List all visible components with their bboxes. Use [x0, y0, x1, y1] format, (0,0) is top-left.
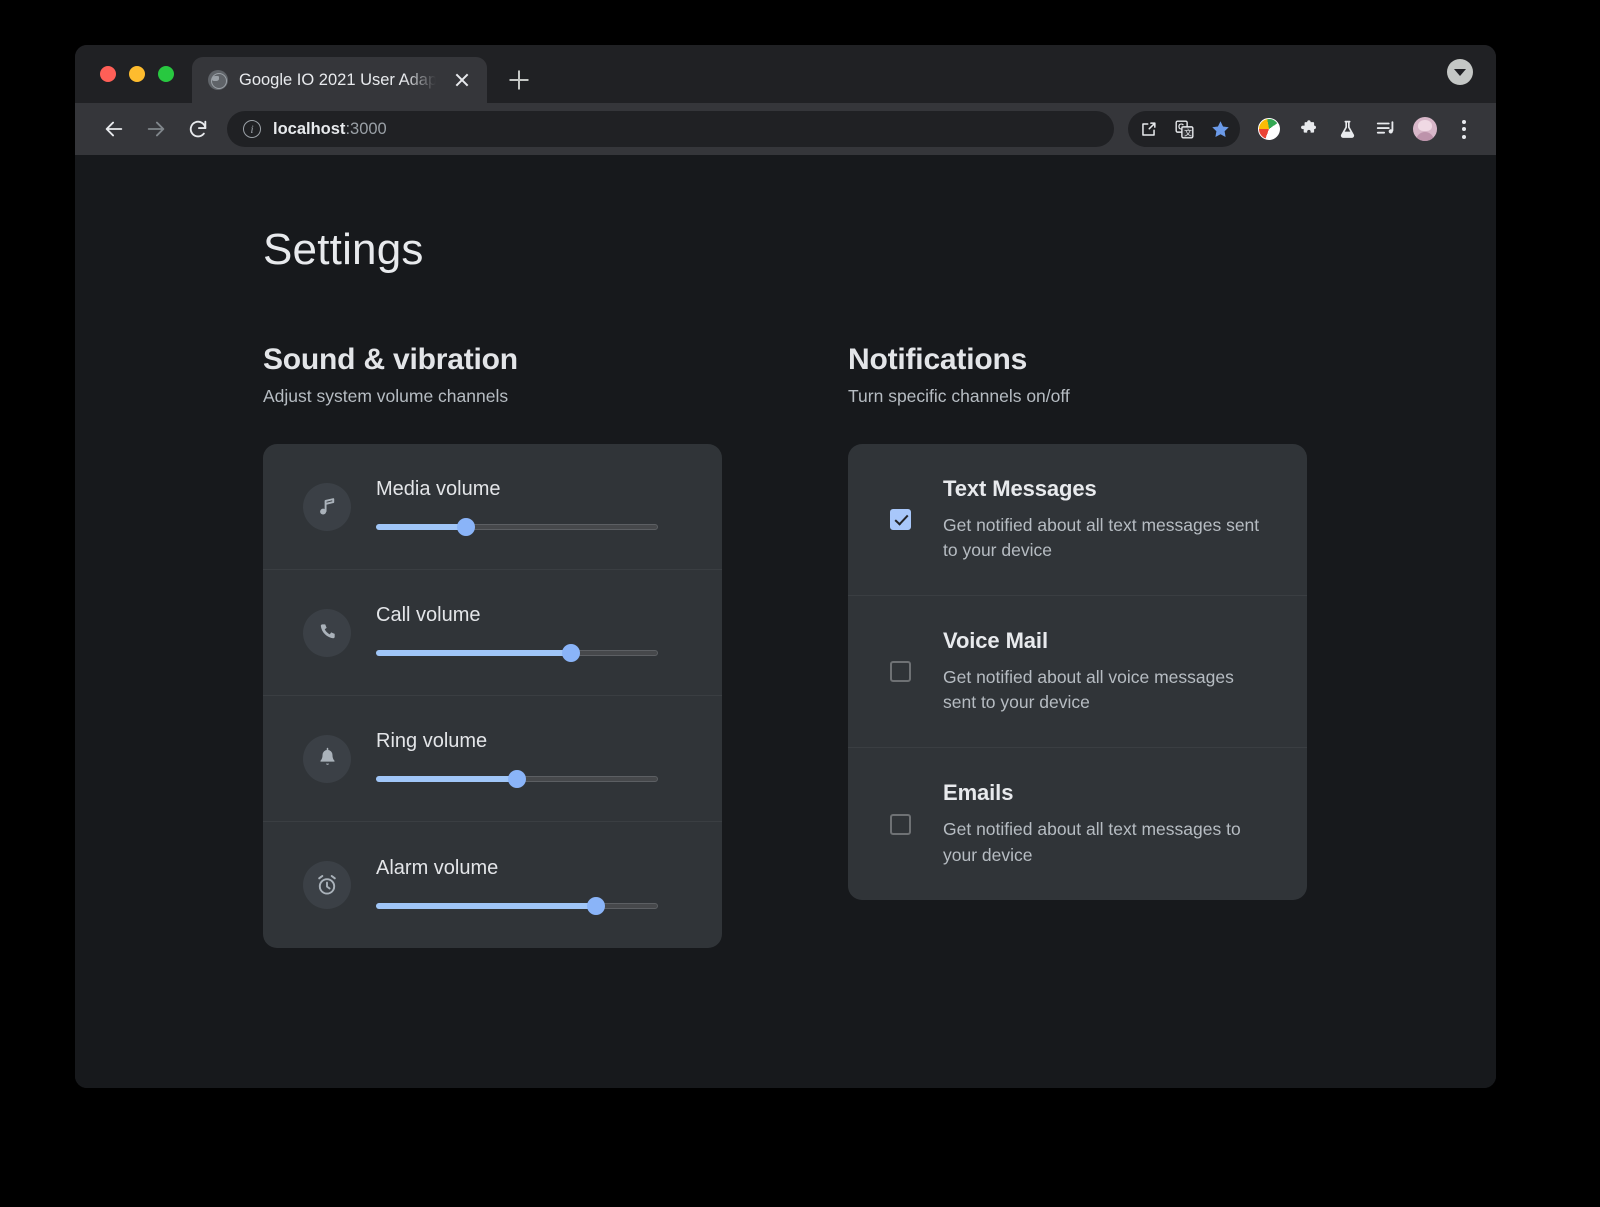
puzzle-extensions-icon[interactable]	[1290, 111, 1326, 147]
omnibox-action-group: G 文	[1128, 111, 1240, 147]
svg-text:文: 文	[1184, 127, 1192, 137]
notifications-section: Notifications Turn specific channels on/…	[848, 343, 1307, 948]
music-note-icon	[303, 483, 351, 531]
color-wheel-extension-icon[interactable]	[1251, 111, 1287, 147]
toolbar-icons: G 文	[1128, 111, 1482, 147]
volume-control-ring: Ring volume	[376, 730, 658, 787]
notification-title: Text Messages	[943, 476, 1267, 502]
translate-icon[interactable]: G 文	[1166, 111, 1202, 147]
section-subheading: Adjust system volume channels	[263, 386, 722, 407]
volume-card: Media volume	[263, 444, 722, 948]
slider-thumb[interactable]	[457, 518, 475, 536]
forward-arrow-icon[interactable]	[137, 110, 175, 148]
page-viewport: Settings Sound & vibration Adjust system…	[75, 155, 1496, 1088]
slider-thumb[interactable]	[587, 897, 605, 915]
close-window-button[interactable]	[100, 66, 116, 82]
volume-row-media[interactable]: Media volume	[263, 444, 722, 570]
call-volume-slider[interactable]	[376, 645, 658, 661]
flask-labs-icon[interactable]	[1329, 111, 1365, 147]
minimize-window-button[interactable]	[129, 66, 145, 82]
slider-fill	[376, 903, 596, 909]
notification-row-text-messages[interactable]: Text Messages Get notified about all tex…	[848, 444, 1307, 596]
close-icon[interactable]	[449, 67, 475, 93]
volume-control-alarm: Alarm volume	[376, 857, 658, 914]
profile-avatar-icon[interactable]	[1407, 111, 1443, 147]
bell-icon	[303, 735, 351, 783]
volume-row-ring[interactable]: Ring volume	[263, 696, 722, 822]
notification-title: Voice Mail	[943, 628, 1267, 654]
back-arrow-icon[interactable]	[95, 110, 133, 148]
volume-label: Media volume	[376, 478, 658, 501]
slider-fill	[376, 524, 466, 530]
share-external-link-icon[interactable]	[1130, 111, 1166, 147]
slider-thumb[interactable]	[508, 770, 526, 788]
page-title: Settings	[263, 225, 1496, 275]
notifications-card: Text Messages Get notified about all tex…	[848, 444, 1307, 900]
sound-vibration-section: Sound & vibration Adjust system volume c…	[263, 343, 722, 948]
url-port: :3000	[345, 120, 386, 138]
checkbox-text-messages[interactable]	[890, 509, 911, 530]
volume-row-alarm[interactable]: Alarm volume	[263, 822, 722, 948]
browser-toolbar: i localhost:3000 G 文	[75, 103, 1496, 155]
notification-body: Voice Mail Get notified about all voice …	[943, 628, 1267, 716]
notification-description: Get notified about all voice messages se…	[943, 665, 1263, 716]
maximize-window-button[interactable]	[158, 66, 174, 82]
checkbox-emails[interactable]	[890, 814, 911, 835]
notification-row-voice-mail[interactable]: Voice Mail Get notified about all voice …	[848, 596, 1307, 748]
volume-control-media: Media volume	[376, 478, 658, 535]
settings-page: Settings Sound & vibration Adjust system…	[75, 155, 1496, 948]
volume-row-call[interactable]: Call volume	[263, 570, 722, 696]
url-host: localhost	[273, 120, 345, 138]
checkbox-voice-mail[interactable]	[890, 661, 911, 682]
three-dot-menu-icon[interactable]	[1446, 111, 1482, 147]
info-circle-icon[interactable]: i	[243, 120, 261, 138]
alarm-volume-slider[interactable]	[376, 898, 658, 914]
tab-strip: Google IO 2021 User Adaptive	[75, 45, 1496, 103]
volume-control-call: Call volume	[376, 604, 658, 661]
slider-fill	[376, 776, 517, 782]
slider-fill	[376, 650, 571, 656]
phone-icon	[303, 609, 351, 657]
media-playlist-icon[interactable]	[1368, 111, 1404, 147]
tab-search-icon[interactable]	[1447, 59, 1473, 85]
section-subheading: Turn specific channels on/off	[848, 386, 1307, 407]
notification-body: Emails Get notified about all text messa…	[943, 780, 1267, 868]
url-text: localhost:3000	[273, 120, 387, 139]
slider-thumb[interactable]	[562, 644, 580, 662]
notification-body: Text Messages Get notified about all tex…	[943, 476, 1267, 564]
settings-columns: Sound & vibration Adjust system volume c…	[263, 343, 1496, 948]
volume-label: Call volume	[376, 604, 658, 627]
browser-tab[interactable]: Google IO 2021 User Adaptive	[192, 57, 487, 103]
notification-description: Get notified about all text messages sen…	[943, 513, 1263, 564]
ring-volume-slider[interactable]	[376, 771, 658, 787]
notification-title: Emails	[943, 780, 1267, 806]
bookmark-star-icon[interactable]	[1202, 111, 1238, 147]
media-volume-slider[interactable]	[376, 519, 658, 535]
browser-window: Google IO 2021 User Adaptive i	[75, 45, 1496, 1088]
address-bar[interactable]: i localhost:3000	[227, 111, 1114, 147]
alarm-clock-icon	[303, 861, 351, 909]
globe-icon	[208, 70, 228, 90]
volume-label: Ring volume	[376, 730, 658, 753]
section-heading: Notifications	[848, 343, 1307, 377]
new-tab-button[interactable]	[497, 57, 541, 103]
notification-description: Get notified about all text messages to …	[943, 817, 1263, 868]
tab-title: Google IO 2021 User Adaptive	[239, 71, 438, 90]
section-heading: Sound & vibration	[263, 343, 722, 377]
notification-row-emails[interactable]: Emails Get notified about all text messa…	[848, 748, 1307, 900]
window-controls	[75, 45, 192, 103]
reload-icon[interactable]	[179, 110, 217, 148]
volume-label: Alarm volume	[376, 857, 658, 880]
